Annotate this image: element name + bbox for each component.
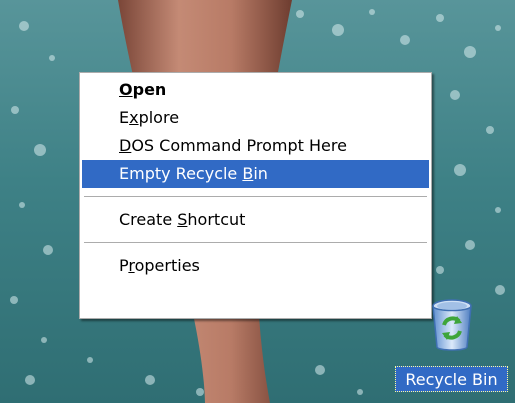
menu-item-dos-command-prompt[interactable]: DOS Command Prompt Here	[82, 132, 429, 160]
menu-item-empty-recycle-bin[interactable]: Empty Recycle Bin	[82, 160, 429, 188]
desktop[interactable]: Open Explore DOS Command Prompt Here Emp…	[0, 0, 515, 403]
recycle-bin-icon[interactable]	[428, 297, 476, 353]
recycle-bin-desktop-icon[interactable]: Recycle Bin	[392, 292, 510, 400]
context-menu: Open Explore DOS Command Prompt Here Emp…	[79, 72, 432, 319]
menu-separator	[84, 242, 427, 243]
menu-item-properties[interactable]: Properties	[82, 252, 429, 280]
menu-item-explore[interactable]: Explore	[82, 104, 429, 132]
recycle-bin-label[interactable]: Recycle Bin	[395, 366, 508, 392]
menu-item-create-shortcut[interactable]: Create Shortcut	[82, 206, 429, 234]
menu-separator	[84, 196, 427, 197]
menu-item-open[interactable]: Open	[82, 76, 429, 104]
